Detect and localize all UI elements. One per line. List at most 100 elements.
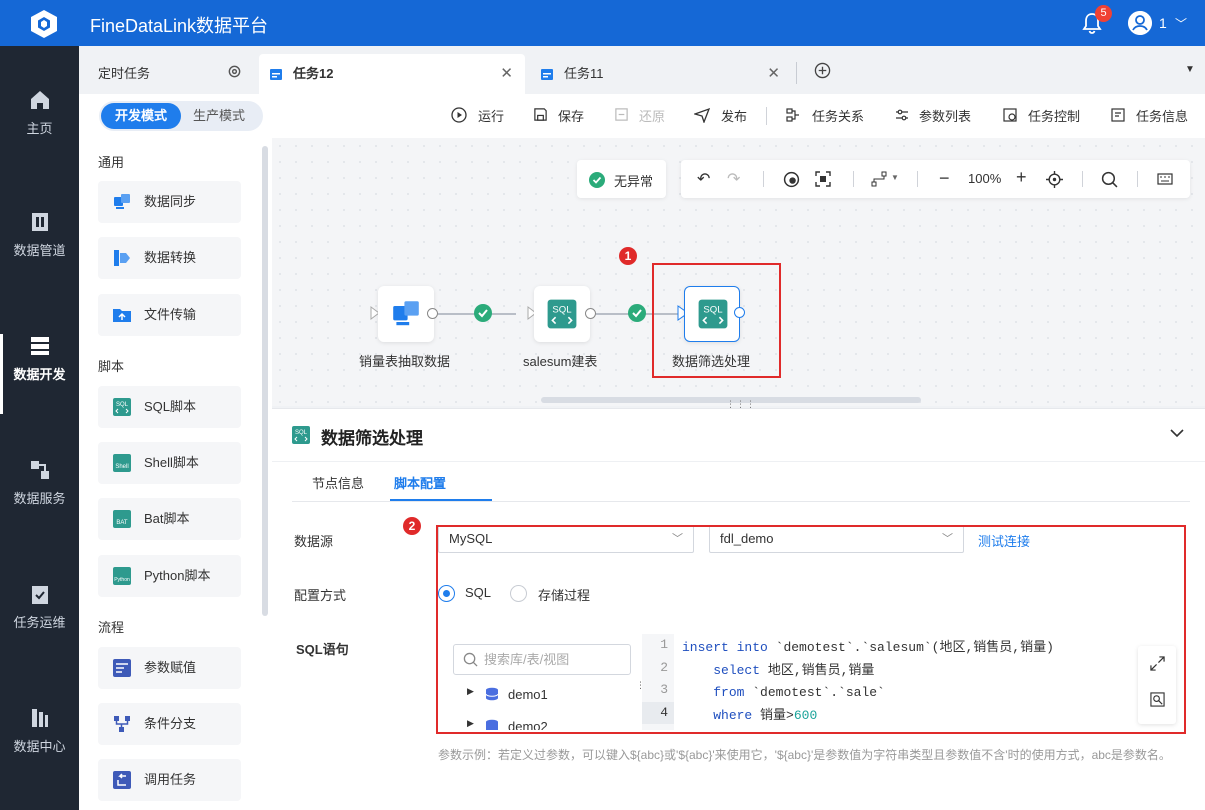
task-info-button[interactable]: 任务信息 (1110, 106, 1188, 125)
run-button[interactable]: 运行 (451, 106, 504, 125)
svg-text:SQL: SQL (295, 430, 308, 436)
param-list-button[interactable]: 参数列表 (894, 106, 971, 125)
data-transform-icon (114, 250, 130, 266)
layout-icon[interactable] (871, 171, 887, 187)
check-circle-icon (589, 172, 605, 188)
zoom-level: 100% (968, 171, 1002, 186)
sql-icon: SQL (292, 426, 310, 444)
sql-label: SQL语句 (296, 642, 349, 657)
chevron-down-icon[interactable] (1170, 428, 1184, 438)
close-icon[interactable]: ✕ (500, 54, 513, 94)
chevron-down-icon[interactable]: ▼ (891, 173, 899, 182)
mode-switch[interactable]: 开发模式 生产模式 (99, 101, 263, 131)
tab-label: 任务12 (293, 66, 334, 81)
dev-mode-button[interactable]: 开发模式 (101, 103, 181, 129)
datacenter-icon (31, 709, 48, 727)
keyboard-icon[interactable] (1157, 172, 1173, 186)
add-tab-icon[interactable] (814, 62, 831, 79)
tab-label: 任务11 (564, 66, 604, 81)
home-icon (30, 91, 49, 109)
close-icon[interactable]: ✕ (767, 54, 780, 94)
service-icon (30, 461, 49, 479)
resize-handle-icon[interactable]: ⋮⋮⋮ (726, 400, 756, 409)
restore-icon (615, 108, 628, 121)
task-relation-button[interactable]: 任务关系 (786, 106, 864, 125)
nav-pipeline[interactable]: 数据管道 (0, 210, 79, 290)
tab-script-config[interactable]: 脚本配置 (394, 473, 446, 492)
left-nav: 主页 数据管道 数据开发 数据服务 任务运维 数据中心 (0, 46, 79, 810)
tab-menu-icon[interactable]: ▼ (1185, 64, 1195, 75)
logo-icon (31, 10, 57, 38)
section-script: 脚本 (98, 359, 125, 374)
node-create-table[interactable]: SQL (534, 286, 590, 342)
send-icon (694, 107, 710, 123)
divider (766, 107, 767, 125)
check-circle-icon (474, 304, 492, 322)
tab-task11[interactable]: 任务11 ✕ (530, 54, 792, 94)
prod-mode-button[interactable]: 生产模式 (193, 101, 245, 131)
palette-item-call-task[interactable]: 调用任务 (98, 759, 241, 801)
nav-ops[interactable]: 任务运维 (0, 582, 79, 662)
nav-dev[interactable]: 数据开发 (0, 334, 79, 414)
save-icon (534, 108, 547, 121)
nav-home[interactable]: 主页 (0, 88, 79, 168)
sliders-icon (896, 109, 908, 121)
task-control-button[interactable]: 任务控制 (1002, 106, 1080, 125)
search-icon[interactable] (1101, 171, 1118, 188)
redo-icon[interactable]: ↷ (727, 169, 740, 189)
palette-item-shell[interactable]: Shell Shell脚本 (98, 442, 241, 484)
palette-item-file-transfer[interactable]: 文件传输 (98, 294, 241, 336)
chevron-down-icon[interactable]: ﹀ (1175, 15, 1187, 32)
nav-label: 任务运维 (13, 615, 66, 630)
section-general: 通用 (98, 155, 125, 170)
node-label: salesum建表 (523, 354, 598, 369)
relation-icon (786, 108, 799, 122)
sql-icon: SQL (113, 398, 131, 416)
config-mode-label: 配置方式 (294, 588, 347, 603)
svg-text:SQL: SQL (552, 304, 572, 315)
divider (853, 171, 854, 187)
save-button[interactable]: 保存 (533, 106, 584, 125)
dev-icon (30, 337, 49, 355)
sql-icon: SQL (547, 299, 577, 329)
palette-item-data-sync[interactable]: 数据同步 (98, 181, 241, 223)
divider (292, 501, 1190, 502)
palette-item-sql[interactable]: SQL SQL脚本 (98, 386, 241, 428)
svg-text:Shell: Shell (115, 464, 128, 470)
zoom-in-icon[interactable]: + (1016, 167, 1027, 188)
output-port[interactable] (427, 308, 438, 319)
restore-button[interactable]: 还原 (614, 106, 665, 125)
top-bar: FineDataLink数据平台 5 1 ﹀ (0, 0, 1205, 46)
nav-service[interactable]: 数据服务 (0, 458, 79, 538)
node-extract[interactable] (378, 286, 434, 342)
palette-scrollbar[interactable] (262, 146, 268, 616)
undo-icon[interactable]: ↶ (697, 169, 710, 189)
palette-item-bat[interactable]: BAT Bat脚本 (98, 498, 241, 540)
eye-icon[interactable] (783, 171, 800, 188)
fit-screen-icon[interactable] (815, 171, 831, 187)
palette-item-param-assign[interactable]: 参数赋值 (98, 647, 241, 689)
publish-button[interactable]: 发布 (694, 106, 747, 125)
palette-item-python[interactable]: Python Python脚本 (98, 555, 241, 597)
param-hint: 参数示例：若定义过参数，可以键入${abc}或'${abc}'来使用它，'${a… (438, 748, 1171, 762)
tab-task12[interactable]: 任务12 ✕ (259, 54, 525, 94)
divider (917, 171, 918, 187)
tab-node-info[interactable]: 节点信息 (312, 473, 364, 492)
locate-icon[interactable] (1046, 171, 1063, 188)
nav-datacenter[interactable]: 数据中心 (0, 706, 79, 786)
user-name[interactable]: 1 (1159, 15, 1167, 31)
gear-icon[interactable] (227, 64, 242, 79)
user-avatar-icon[interactable] (1128, 11, 1152, 35)
section-flow: 流程 (98, 620, 125, 635)
svg-text:Python: Python (114, 577, 130, 583)
palette-item-condition[interactable]: 条件分支 (98, 703, 241, 745)
divider (1137, 171, 1138, 187)
canvas-toolbar: ↶ ↷ ▼ − 100% + (681, 160, 1190, 198)
zoom-out-icon[interactable]: − (939, 168, 950, 189)
dag-canvas[interactable]: 无异常 ↶ ↷ ▼ − 100% + 销量表抽取数据 SQL salesum建表 (272, 138, 1205, 406)
output-port[interactable] (585, 308, 596, 319)
tab-scheduled[interactable]: 定时任务 (98, 54, 150, 94)
param-assign-icon (113, 659, 131, 677)
tab-bar: 定时任务 任务12 ✕ 任务11 ✕ ▼ (79, 46, 1205, 94)
palette-item-data-transform[interactable]: 数据转换 (98, 237, 241, 279)
